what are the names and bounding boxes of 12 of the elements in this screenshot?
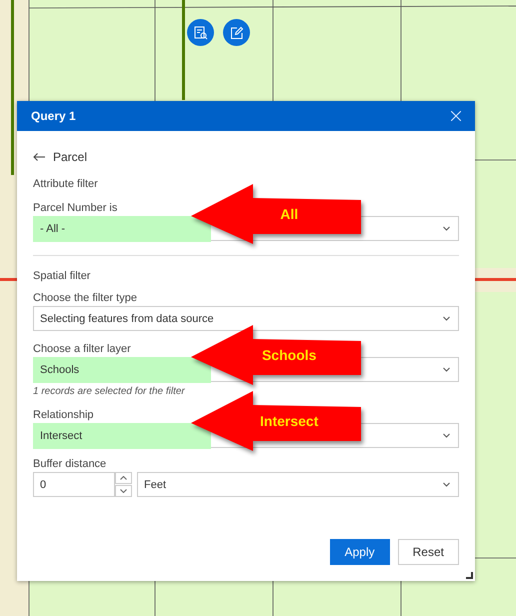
selection-note: 1 records are selected for the filter <box>33 386 186 397</box>
section-heading: Spatial filter <box>33 270 90 282</box>
field-label: Choose a filter layer <box>33 343 131 355</box>
section-heading: Attribute filter <box>33 178 98 190</box>
field-label: Parcel Number is <box>33 202 118 214</box>
field-label: Relationship <box>33 409 94 421</box>
callout-label: Intersect <box>260 413 318 429</box>
field-label: Choose the filter type <box>33 292 137 304</box>
callout-label: All <box>280 206 298 222</box>
field-label: Buffer distance <box>33 458 106 470</box>
callout-label: Schools <box>262 347 316 363</box>
panel-title: Query 1 <box>31 109 76 123</box>
